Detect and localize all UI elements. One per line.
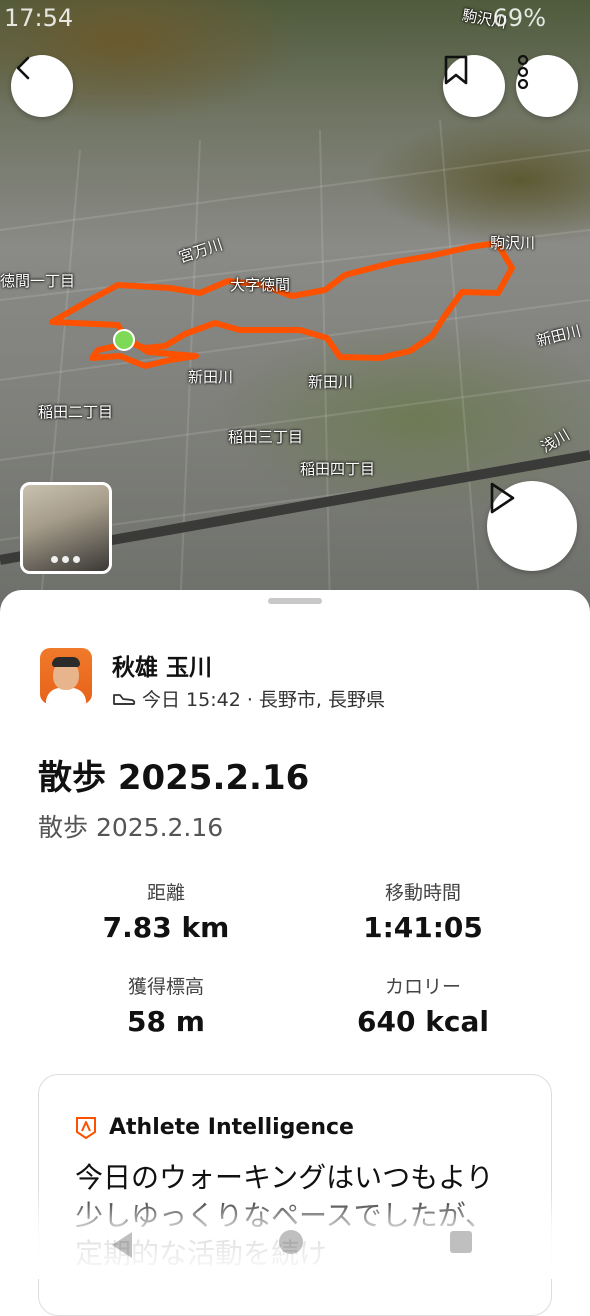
athlete-intelligence-icon (76, 1116, 96, 1139)
stat-label: 獲得標高 (127, 976, 204, 998)
stat-value: 58 m (127, 1005, 205, 1038)
activity-meta: 今日 15:42 · 長野市, 長野県 (112, 685, 385, 712)
nav-back-icon (112, 1232, 132, 1258)
drag-handle[interactable] (268, 598, 322, 604)
user-name[interactable]: 秋雄 玉川 (112, 648, 212, 682)
stat-moving-time: 移動時間 1:41:05 (303, 878, 543, 944)
back-button[interactable] (11, 55, 73, 117)
avatar[interactable] (40, 648, 92, 704)
chevron-left-icon (16, 56, 30, 80)
bookmark-icon (444, 55, 468, 85)
more-vertical-icon (517, 55, 529, 89)
status-time: 17:54 (4, 4, 74, 32)
stat-label: 距離 (146, 882, 185, 904)
system-nav-bar (0, 1220, 590, 1270)
ai-heading: Athlete Intelligence (109, 1115, 354, 1140)
play-flyover-button[interactable] (487, 481, 577, 571)
map-label: 徳間一丁目 (0, 272, 76, 290)
stat-value: 640 kcal (357, 1005, 489, 1038)
stat-value: 1:41:05 (363, 911, 483, 944)
shoe-icon (113, 693, 136, 705)
activity-title: 散歩 2025.2.16 (38, 758, 310, 798)
activity-description: 散歩 2025.2.16 (38, 813, 224, 842)
status-battery: 69% (492, 4, 546, 32)
nav-recents-icon (450, 1231, 472, 1253)
stat-elevation-gain: 獲得標高 58 m (46, 972, 286, 1038)
map-label: 新田川 (188, 368, 234, 386)
carousel-dots (51, 556, 80, 563)
stat-label: 移動時間 (384, 882, 461, 904)
stat-value: 7.83 km (102, 911, 230, 944)
nav-home-icon (279, 1230, 303, 1254)
stat-calories: カロリー 640 kcal (303, 972, 543, 1038)
map-label: 稲田二丁目 (38, 403, 114, 421)
map-label: 新田川 (308, 373, 354, 391)
play-icon (490, 482, 515, 514)
stat-distance: 距離 7.83 km (46, 878, 286, 944)
stat-label: カロリー (384, 976, 461, 998)
photo-thumbnail[interactable] (20, 482, 112, 574)
map-label: 稲田三丁目 (228, 428, 304, 446)
activity-sheet: 秋雄 玉川 今日 15:42 · 長野市, 長野県 散歩 2025.2.16 散… (0, 590, 590, 1316)
status-bar: 17:54 69% (0, 2, 590, 38)
more-options-button[interactable] (516, 55, 578, 117)
activity-meta-text: 今日 15:42 · 長野市, 長野県 (142, 689, 385, 711)
map-label: 駒沢川 (490, 234, 536, 252)
bookmark-button[interactable] (443, 55, 505, 117)
start-marker (113, 329, 135, 351)
route-map[interactable]: 徳間一丁目 大字徳間 宮万川 駒沢川 新田川 新田川 新田川 稲田二丁目 稲田三… (0, 0, 590, 612)
map-label: 大字徳間 (230, 276, 291, 294)
map-label: 稲田四丁目 (300, 460, 376, 478)
